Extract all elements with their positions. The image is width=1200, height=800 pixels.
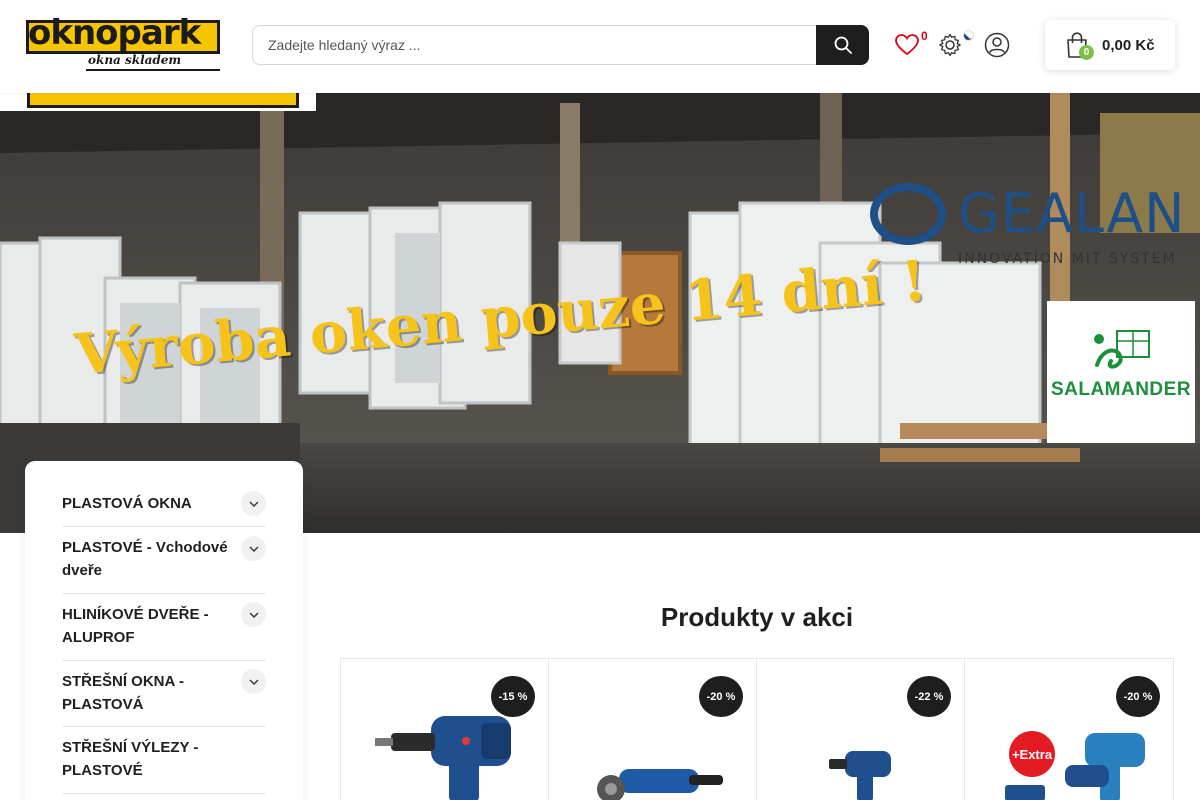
category-label: STŘEŠNÍ OKNA - PLASTOVÁ [62,673,184,713]
cart-total: 0,00 Kč [1102,37,1155,54]
drill-icon [375,716,511,800]
gear-icon [939,33,961,57]
user-icon [984,32,1010,58]
chevron-down-icon[interactable] [241,491,266,516]
product-card[interactable]: -15 % [341,659,549,800]
gealan-circle-icon [870,183,946,245]
product-grid: -15 % -20 % -22 % -20 % +Extra [340,658,1174,800]
cart-button[interactable]: 0 0,00 Kč [1045,20,1175,70]
discount-badge: -20 % [699,676,743,717]
gealan-tagline: INNOVATION MIT SYSTEM [958,251,1177,267]
category-item-stresni-okna[interactable]: STŘEŠNÍ OKNA - PLASTOVÁ [62,661,266,727]
product-card[interactable]: -20 % [549,659,757,800]
category-sidebar: PLASTOVÁ OKNA PLASTOVÉ - Vchodové dveře … [25,461,303,800]
settings-button[interactable] [935,30,965,60]
salamander-lizard-icon [1094,330,1150,369]
logo-subtitle: okna skladem [88,53,182,67]
drill-icon [829,751,891,800]
search-icon [834,36,852,54]
category-item-plastova-okna[interactable]: PLASTOVÁ OKNA [62,485,266,527]
logo-underline [86,69,220,71]
angle-grinder-icon [597,769,723,800]
category-label: PLASTOVÉ - Vchodové dveře [62,539,228,579]
category-label: HLINÍKOVÉ DVEŘE - ALUPROF [62,606,209,646]
discount-badge: -20 % [1116,676,1160,717]
cart-count-badge: 0 [1079,45,1094,60]
czech-flag-icon[interactable] [963,30,974,41]
logo-text: oknopark [28,13,201,53]
category-label: STŘEŠNÍ VÝLEZY - PLASTOVÉ [62,739,199,779]
tool-set-icon [1005,733,1145,800]
site-header: oknopark okna skladem 0 [0,0,1200,93]
product-card[interactable]: -22 % [757,659,965,800]
search-input[interactable] [252,25,818,65]
chevron-down-icon[interactable] [241,669,266,694]
category-item-stresni-vylezy[interactable]: STŘEŠNÍ VÝLEZY - PLASTOVÉ [62,727,266,794]
category-item-vchodove-dvere[interactable]: PLASTOVÉ - Vchodové dveře [62,527,266,594]
salamander-logo: SALAMANDER [1047,301,1195,443]
salamander-brand: SALAMANDER [1050,379,1192,400]
heart-icon [895,34,919,56]
category-item-hlinikove-dvere[interactable]: HLINÍKOVÉ DVEŘE - ALUPROF [62,594,266,661]
product-card[interactable]: -20 % +Extra [965,659,1173,800]
chevron-down-icon[interactable] [241,602,266,627]
wishlist-count: 0 [921,29,928,43]
wishlist-button[interactable] [892,30,922,60]
account-button[interactable] [982,30,1012,60]
section-title: Produkty v akci [660,602,854,632]
search-bar [252,25,869,65]
site-logo[interactable]: oknopark okna skladem [26,13,220,72]
hero-logo-strip [0,93,316,111]
search-button[interactable] [816,25,869,65]
chevron-down-icon[interactable] [241,536,266,561]
discount-badge: -22 % [907,676,951,717]
gealan-brand: GEALAN [958,182,1186,245]
category-label: PLASTOVÁ OKNA [62,495,192,512]
